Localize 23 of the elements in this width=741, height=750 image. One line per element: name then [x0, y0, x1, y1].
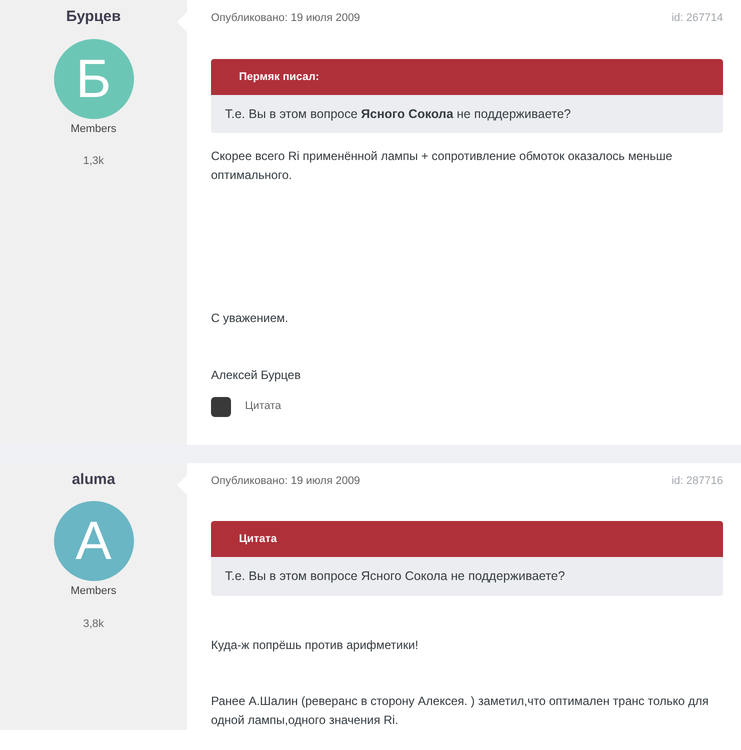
user-group: Members	[70, 583, 116, 600]
avatar: Б	[54, 38, 134, 118]
post-id: id: 287716	[672, 474, 723, 489]
checkbox-icon	[211, 396, 231, 417]
post-date: Опубликовано: 19 июля 2009	[211, 474, 360, 489]
avatar: A	[54, 501, 134, 582]
quote-header: Пермяк писал:	[211, 58, 723, 94]
post-paragraph: Куда-ж попрёшь против арифметики!	[211, 636, 420, 654]
post-id: id: 267714	[672, 11, 723, 26]
quote-button[interactable]: Цитата	[211, 396, 282, 417]
post-paragraph: Скорее всего Ri применённой лампы + сопротивление обмоток оказалось меньше оптимального.	[211, 148, 674, 184]
post-paragraph: Алексей Бурцев	[211, 367, 302, 384]
quote-text: Т.е. Вы в этом вопросе Ясного Сокола не поддерживаете?	[224, 106, 572, 123]
user-group: Members	[70, 120, 116, 137]
quote-text: Т.е. Вы в этом вопросе Ясного Сокола не поддерживаете?	[224, 568, 566, 586]
post-paragraph: С уважением.	[211, 310, 290, 328]
quote-header: Цитата	[211, 521, 723, 558]
post-count: 1,3k	[83, 154, 104, 169]
post-paragraph: Ранее А.Шалин (реверанс в сторону Алексея. ) заметил,что оптимален транс только для одной лампы,одного значения Ri.	[211, 693, 710, 730]
username-link[interactable]: aluma	[72, 468, 116, 492]
post-count: 3,8k	[83, 616, 104, 632]
post-date: Опубликовано: 19 июля 2009	[211, 11, 360, 26]
username-link[interactable]: Бурцев	[66, 6, 121, 28]
